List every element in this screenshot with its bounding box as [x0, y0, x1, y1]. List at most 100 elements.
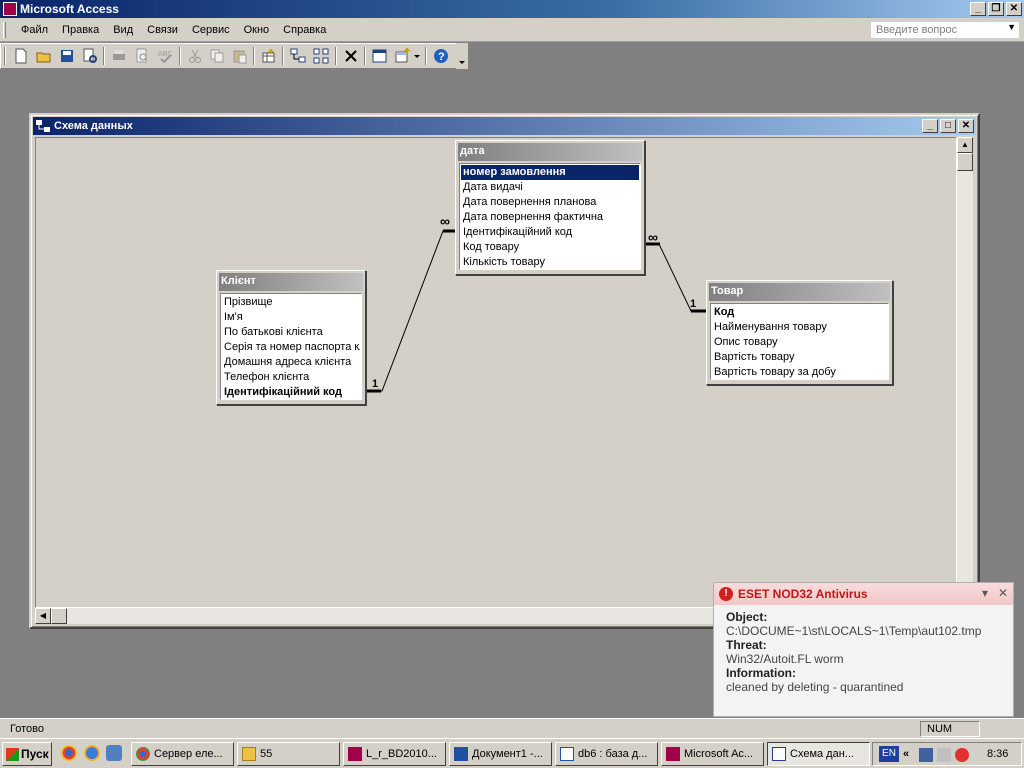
field-client-id-key[interactable]: Ідентифікаційний код [222, 385, 360, 400]
delete-icon[interactable] [343, 48, 359, 64]
file-search-icon[interactable] [82, 48, 98, 64]
table-date-title[interactable]: дата [458, 143, 642, 161]
eset-tray-icon[interactable] [955, 748, 969, 762]
network-icon[interactable] [919, 748, 933, 762]
menu-view[interactable]: Вид [106, 24, 140, 36]
field-order-number[interactable]: номер замовлення [461, 165, 639, 180]
ie-quicklaunch-icon[interactable] [84, 745, 100, 761]
table-date-field-list[interactable]: номер замовлення Дата видачі Дата поверн… [459, 163, 641, 270]
close-button[interactable]: ✕ [1006, 2, 1022, 16]
field-product-quantity[interactable]: Кількість товару [461, 255, 639, 270]
close-icon[interactable]: ✕ [998, 586, 1008, 600]
table-product-title[interactable]: Товар [709, 283, 890, 301]
menu-edit[interactable]: Правка [55, 24, 106, 36]
table-client-title[interactable]: Клієнт [219, 273, 363, 291]
tray-expand-button[interactable]: « [903, 748, 917, 762]
menu-grip[interactable] [3, 22, 6, 38]
open-icon[interactable] [36, 48, 52, 64]
scroll-left-button[interactable]: ◀ [35, 608, 51, 624]
table-product-field-list[interactable]: Код Найменування товару Опис товару Варт… [710, 303, 889, 380]
relationships-icon[interactable] [36, 120, 50, 132]
taskbar-item-folder[interactable]: 55 [237, 742, 340, 766]
taskbar-item-database[interactable]: db6 : база д... [555, 742, 658, 766]
minimize-button[interactable]: _ [970, 2, 986, 16]
table-client-field-list[interactable]: Прізвище Ім'я По батькові клієнта Серія … [220, 293, 362, 400]
table-client[interactable]: Клієнт Прізвище Ім'я По батькові клієнта… [216, 270, 366, 405]
help-icon[interactable]: ? [433, 48, 449, 64]
windows-logo-icon [6, 748, 19, 761]
print-preview-icon[interactable] [134, 48, 150, 64]
access-app-icon[interactable] [3, 2, 17, 16]
print-icon[interactable] [111, 48, 127, 64]
language-indicator[interactable]: EN [879, 746, 899, 762]
field-product-description[interactable]: Опис товару [712, 335, 887, 350]
desktop-quicklaunch-icon[interactable] [106, 745, 122, 761]
menu-window[interactable]: Окно [237, 24, 277, 36]
relationship-data-product[interactable] [645, 243, 706, 312]
field-product-name[interactable]: Найменування товару [712, 320, 887, 335]
table-product[interactable]: Товар Код Найменування товару Опис товар… [706, 280, 893, 385]
horizontal-scroll-thumb[interactable] [51, 608, 67, 624]
relationship-toolbar: ABC ? [0, 43, 468, 69]
vertical-scroll-thumb[interactable] [957, 153, 973, 171]
field-surname[interactable]: Прізвище [222, 295, 360, 310]
menu-tools[interactable]: Сервис [185, 24, 237, 36]
vertical-scrollbar[interactable]: ▲ [957, 137, 973, 608]
object-label: Object: [726, 610, 768, 624]
database-window-icon[interactable] [372, 48, 388, 64]
menu-help[interactable]: Справка [276, 24, 333, 36]
field-patronymic[interactable]: По батькові клієнта [222, 325, 360, 340]
save-icon[interactable] [59, 48, 75, 64]
menu-file[interactable]: Файл [14, 24, 55, 36]
taskbar-item-label: 55 [260, 748, 273, 760]
taskbar-item-relationships[interactable]: Схема дан... [767, 742, 870, 766]
taskbar-item-label: L_r_BD2010... [366, 748, 437, 760]
schema-maximize-button[interactable]: □ [940, 119, 956, 133]
field-code-key[interactable]: Код [712, 305, 887, 320]
scroll-up-button[interactable]: ▲ [957, 137, 973, 153]
toolbar-options-button[interactable] [456, 43, 468, 69]
table-date[interactable]: дата номер замовлення Дата видачі Дата п… [455, 140, 645, 275]
all-relationships-icon[interactable] [313, 48, 329, 64]
help-question-box[interactable]: Введите вопрос ▼ [870, 21, 1020, 39]
chevron-down-icon[interactable]: ▾ [982, 586, 988, 600]
new-object-icon[interactable] [395, 48, 411, 64]
schema-close-button[interactable]: ✕ [958, 119, 974, 133]
new-icon[interactable] [13, 48, 29, 64]
schema-minimize-button[interactable]: _ [922, 119, 938, 133]
field-passport[interactable]: Серія та номер паспорта кл [222, 340, 360, 355]
restore-button[interactable]: ❐ [988, 2, 1004, 16]
field-first-name[interactable]: Ім'я [222, 310, 360, 325]
chevron-down-icon[interactable]: ▼ [1007, 22, 1016, 32]
direct-relationships-icon[interactable] [290, 48, 306, 64]
volume-icon[interactable] [937, 748, 951, 762]
field-issue-date[interactable]: Дата видачі [461, 180, 639, 195]
field-home-address[interactable]: Домашня адреса клієнта [222, 355, 360, 370]
menu-relationships[interactable]: Связи [140, 24, 185, 36]
field-phone[interactable]: Телефон клієнта [222, 370, 360, 385]
antivirus-notification[interactable]: ! ESET NOD32 Antivirus ▾ ✕ Object: C:\DO… [713, 582, 1014, 717]
taskbar-item-word[interactable]: Документ1 -... [449, 742, 552, 766]
field-product-price[interactable]: Вартість товару [712, 350, 887, 365]
copy-icon[interactable] [209, 48, 225, 64]
clock[interactable]: 8:36 [987, 748, 1008, 760]
start-button[interactable]: Пуск [2, 742, 52, 766]
field-actual-return-date[interactable]: Дата повернення фактична [461, 210, 639, 225]
show-table-icon[interactable] [261, 48, 277, 64]
field-planned-return-date[interactable]: Дата повернення планова [461, 195, 639, 210]
word-icon [454, 747, 468, 761]
spelling-icon[interactable]: ABC [157, 48, 173, 64]
relationship-client-data[interactable] [366, 230, 455, 392]
relationships-canvas[interactable]: 1 ∞ ∞ 1 Клієнт Прізвище Ім'я По батькові… [35, 137, 957, 608]
taskbar-item-access-db[interactable]: L_r_BD2010... [343, 742, 446, 766]
taskbar-item-browser[interactable]: Сервер еле... [131, 742, 234, 766]
chrome-quicklaunch-icon[interactable] [61, 745, 77, 761]
taskbar-item-microsoft-access[interactable]: Microsoft Ac... [661, 742, 764, 766]
paste-icon[interactable] [232, 48, 248, 64]
field-product-daily-price[interactable]: Вартість товару за добу [712, 365, 887, 380]
field-client-id[interactable]: Ідентифікаційний код [461, 225, 639, 240]
cut-icon[interactable] [187, 48, 203, 64]
chevron-down-icon[interactable] [413, 48, 421, 64]
field-product-code[interactable]: Код товару [461, 240, 639, 255]
toolbar-grip[interactable] [4, 47, 6, 65]
